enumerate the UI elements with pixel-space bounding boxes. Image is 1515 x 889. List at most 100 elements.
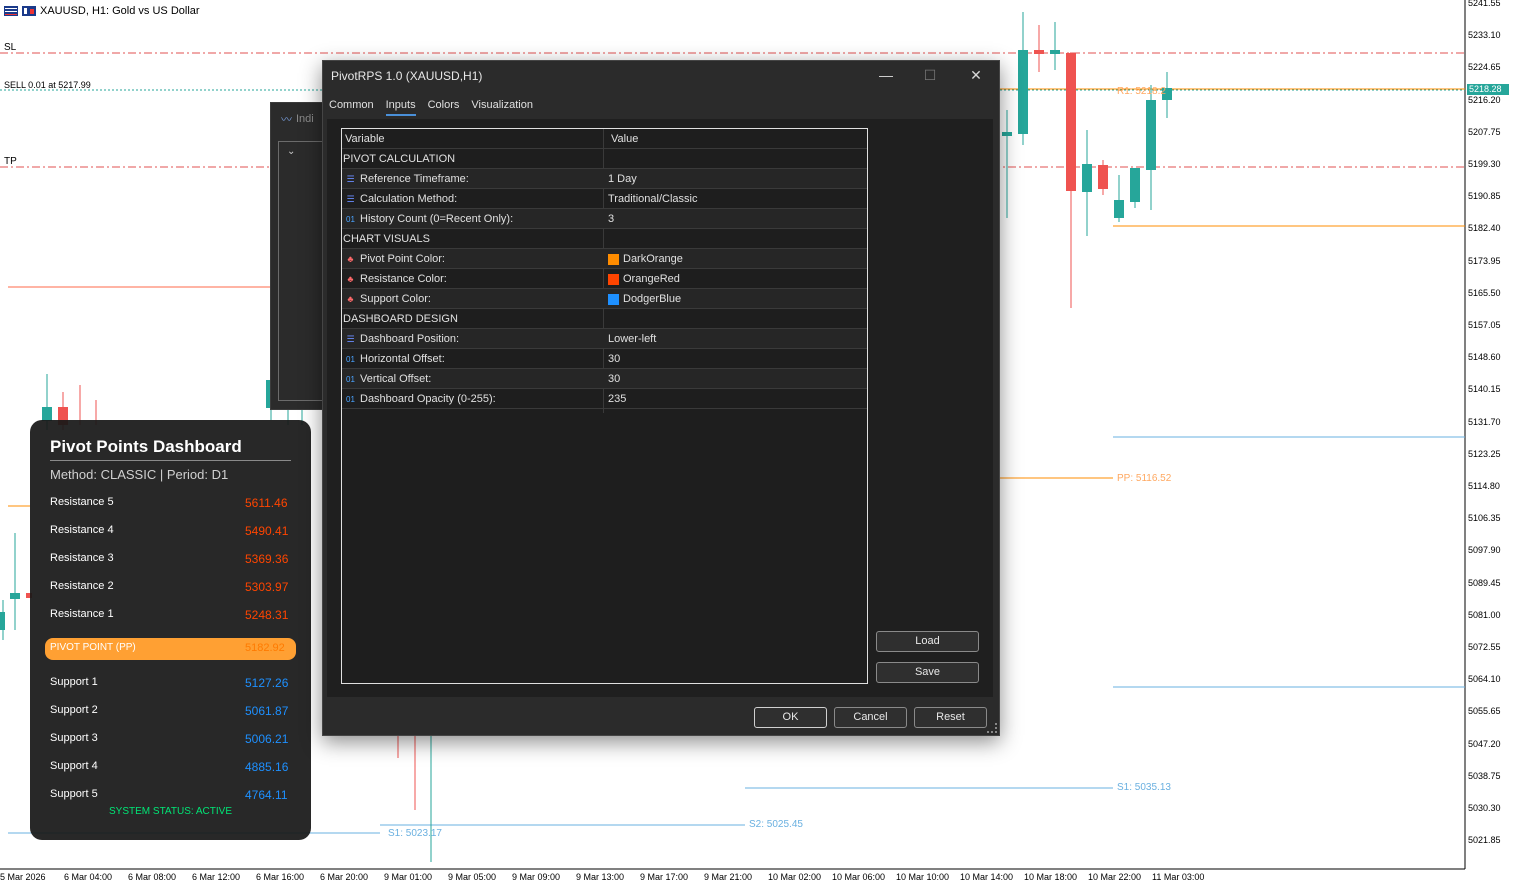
close-button[interactable]: ✕ <box>953 61 999 89</box>
time-axis-label: 10 Mar 22:00 <box>1088 872 1142 882</box>
value-cell[interactable]: 1 Day <box>608 173 637 185</box>
minimize-button[interactable]: — <box>863 61 909 89</box>
input-row[interactable]: ♣ Resistance Color: OrangeRed <box>342 269 867 289</box>
value-cell[interactable]: 235 <box>608 393 626 405</box>
input-row[interactable]: 01 Horizontal Offset: 30 <box>342 349 867 369</box>
variable-name: CHART VISUALS <box>343 233 431 245</box>
resistance-label: Resistance 3 <box>50 552 114 564</box>
value-text: OrangeRed <box>623 273 680 285</box>
value-cell[interactable]: DodgerBlue <box>608 293 681 305</box>
color-swatch <box>608 253 619 265</box>
time-axis-label: 9 Mar 01:00 <box>384 872 433 882</box>
support-value: 5006.21 <box>245 732 289 746</box>
time-axis-label: 6 Mar 16:00 <box>256 872 305 882</box>
value-cell[interactable]: Lower-left <box>608 333 656 345</box>
dashboard-method: Method: CLASSIC | Period: D1 <box>50 467 229 482</box>
value-cell[interactable]: OrangeRed <box>608 273 680 285</box>
r1-level-label: R1: 5218.2 <box>1117 86 1166 97</box>
variable-name: DASHBOARD DESIGN <box>343 313 458 325</box>
resistance-value: 5303.97 <box>245 580 289 594</box>
time-axis-label: 10 Mar 02:00 <box>768 872 822 882</box>
reset-button[interactable]: Reset <box>914 707 987 728</box>
input-row[interactable]: ♣ Pivot Point Color: DarkOrange <box>342 249 867 269</box>
input-row[interactable]: ☰ Dashboard Position: Lower-left <box>342 329 867 349</box>
time-axis-label: 9 Mar 13:00 <box>576 872 625 882</box>
input-row[interactable]: 01 Dashboard Opacity (0-255): 235 <box>342 389 867 409</box>
variable-name: PIVOT CALCULATION <box>343 153 456 165</box>
input-row[interactable]: 01 Vertical Offset: 30 <box>342 369 867 389</box>
value-column-header[interactable]: Value <box>611 133 638 145</box>
time-axis-label: 10 Mar 18:00 <box>1024 872 1078 882</box>
resize-grip[interactable] <box>987 723 997 733</box>
flag-icon <box>22 6 36 16</box>
value-text: DodgerBlue <box>623 293 682 305</box>
color-swatch <box>608 273 619 285</box>
price-axis-label: 5241.55 <box>1468 0 1501 8</box>
resistance-value: 5611.46 <box>245 496 288 510</box>
value-cell[interactable]: 30 <box>608 353 620 365</box>
support-value: 5127.26 <box>245 676 289 690</box>
time-axis-label: 10 Mar 06:00 <box>832 872 886 882</box>
price-axis-label: 5216.20 <box>1468 94 1501 105</box>
variable-cell: ♣ Support Color: <box>345 293 431 305</box>
value-cell[interactable]: 3 <box>608 213 614 225</box>
value-cell[interactable]: DarkOrange <box>608 253 683 265</box>
time-axis-label: 11 Mar 03:00 <box>1152 872 1205 882</box>
variable-name: Vertical Offset: <box>360 373 432 385</box>
dialog-tabs: Common Inputs Colors Visualization <box>329 99 533 116</box>
input-row[interactable]: ☰ Calculation Method: Traditional/Classic <box>342 189 867 209</box>
time-axis-label: 9 Mar 17:00 <box>640 872 689 882</box>
variable-cell: 01 History Count (0=Recent Only): <box>345 213 513 225</box>
price-axis-label: 5021.85 <box>1468 835 1501 846</box>
variable-cell: ♣ Resistance Color: <box>345 273 447 285</box>
list-icon: ☰ <box>346 173 355 184</box>
number-icon: 01 <box>346 374 355 384</box>
variable-cell: DASHBOARD DESIGN <box>343 313 458 325</box>
support-label: Support 2 <box>50 704 98 716</box>
time-axis-label: 9 Mar 21:00 <box>704 872 753 882</box>
value-text: DarkOrange <box>623 253 683 265</box>
support-value: 4885.16 <box>245 760 289 774</box>
input-row[interactable]: 01 History Count (0=Recent Only): 3 <box>342 209 867 229</box>
price-axis-label: 5038.75 <box>1468 770 1501 781</box>
price-axis-label: 5190.85 <box>1468 191 1501 202</box>
resistance-value: 5248.31 <box>245 608 289 622</box>
minimize-icon: — <box>879 67 893 83</box>
value-text: 30 <box>608 353 621 365</box>
system-status: SYSTEM STATUS: ACTIVE <box>109 806 232 817</box>
price-axis-label: 5089.45 <box>1468 577 1501 588</box>
cancel-button[interactable]: Cancel <box>834 707 907 728</box>
value-cell[interactable]: Traditional/Classic <box>608 193 697 205</box>
tab-common[interactable]: Common <box>329 99 374 116</box>
chart-symbol-title: XAUUSD, H1: Gold vs US Dollar <box>40 5 200 17</box>
input-row[interactable]: ♣ Support Color: DodgerBlue <box>342 289 867 309</box>
price-axis-label: 5199.30 <box>1468 159 1501 169</box>
tab-colors[interactable]: Colors <box>428 99 460 116</box>
value-cell[interactable]: 30 <box>608 373 620 385</box>
save-button[interactable]: Save <box>876 662 979 683</box>
variable-cell: ♣ Pivot Point Color: <box>345 253 445 265</box>
menu-icon[interactable] <box>4 6 18 16</box>
value-text: 3 <box>608 213 615 225</box>
tab-inputs[interactable]: Inputs <box>385 99 416 116</box>
chevron-down-icon[interactable]: ⌄ <box>287 146 295 157</box>
load-button[interactable]: Load <box>876 631 979 652</box>
inputs-grid[interactable]: Variable Value PIVOT CALCULATION ☰ Referen… <box>341 128 868 684</box>
number-icon: 01 <box>346 354 355 364</box>
ok-button[interactable]: OK <box>754 707 827 728</box>
value-text: Traditional/Classic <box>608 193 698 205</box>
pp-level-label: PP: 5116.52 <box>1117 473 1172 484</box>
dashboard-divider <box>50 460 291 461</box>
support-label: Support 1 <box>50 676 98 688</box>
indicator-properties-dialog: PivotRPS 1.0 (XAUUSD,H1) — ☐ ✕ Common Inp… <box>322 60 1000 736</box>
variable-column-header[interactable]: Variable <box>345 133 385 145</box>
price-axis-label: 5097.90 <box>1468 545 1501 556</box>
value-text: 1 Day <box>608 173 637 185</box>
maximize-button[interactable]: ☐ <box>907 61 953 89</box>
input-row[interactable]: ☰ Reference Timeframe: 1 Day <box>342 169 867 189</box>
number-icon: 01 <box>346 214 355 224</box>
tab-visualization[interactable]: Visualization <box>471 99 533 116</box>
variable-name: History Count (0=Recent Only): <box>360 213 514 225</box>
variable-name: Dashboard Position: <box>360 333 460 345</box>
price-axis-label: 5030.30 <box>1468 803 1501 813</box>
